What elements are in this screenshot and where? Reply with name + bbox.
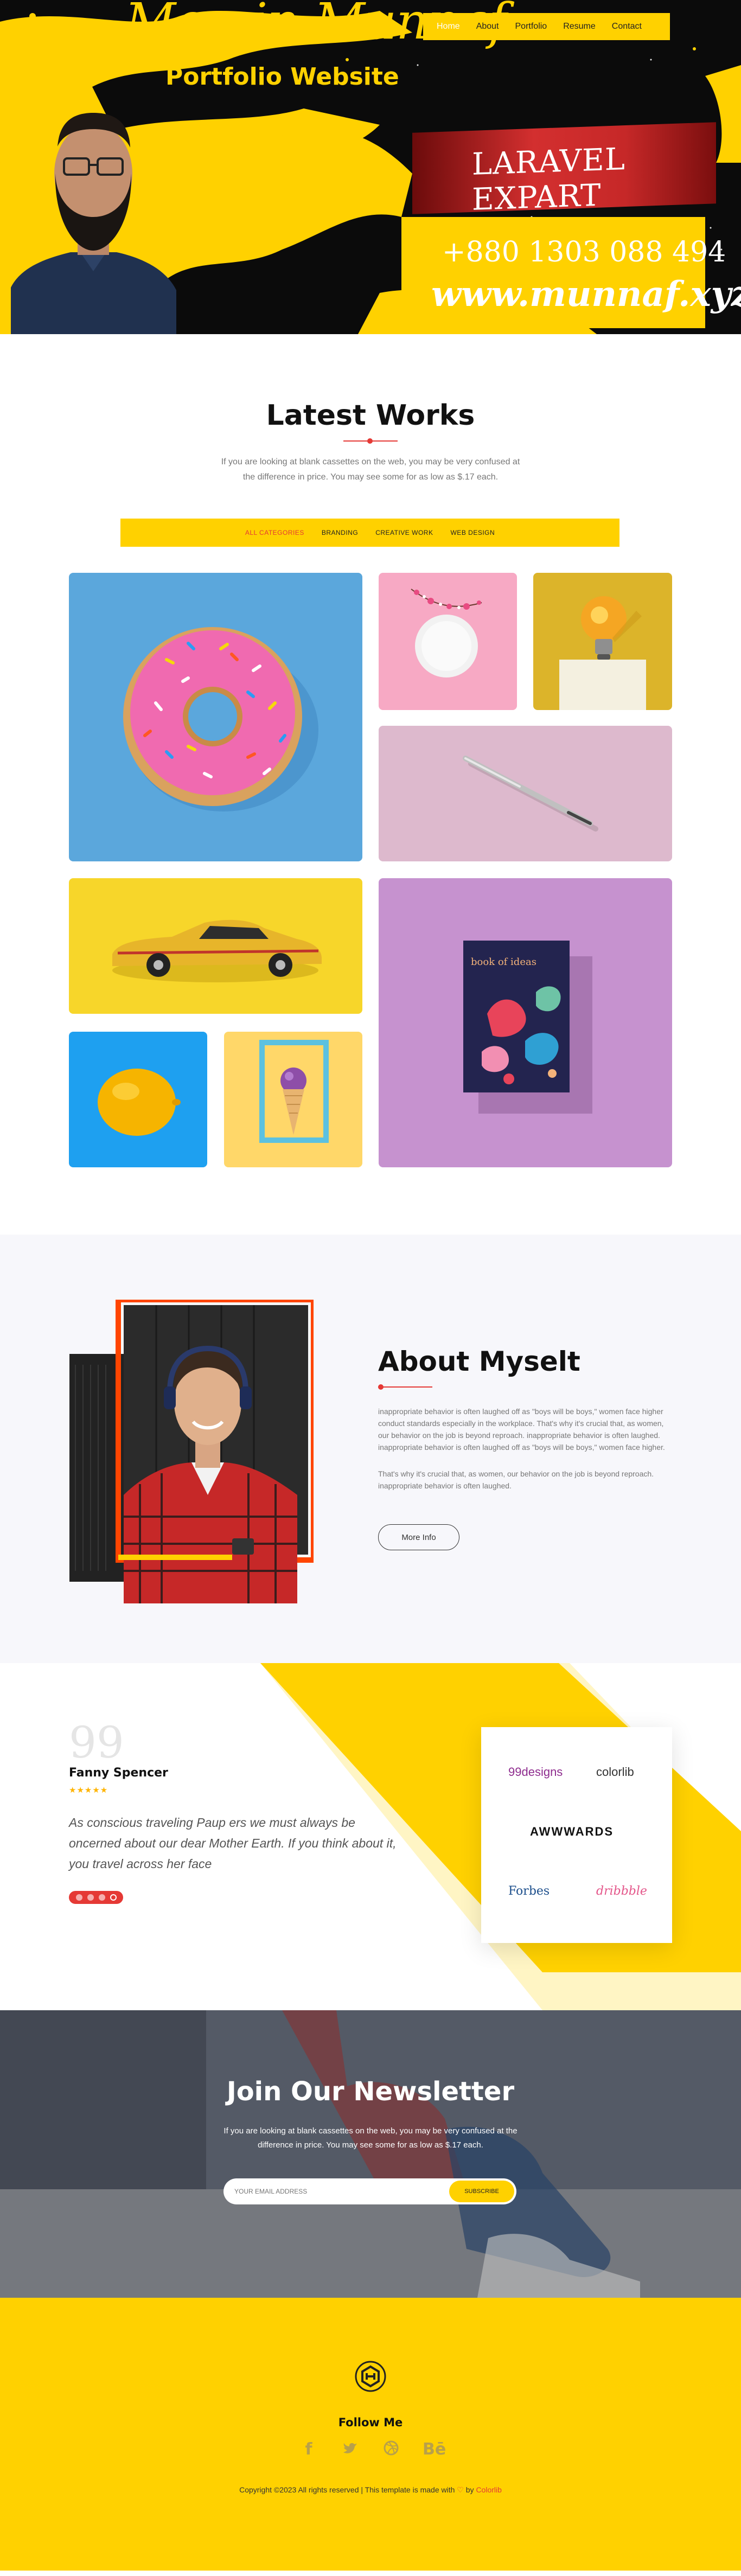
- newsletter-title: Join Our Newsletter: [226, 2076, 515, 2107]
- brand-colorlib: colorlib: [596, 1765, 634, 1779]
- nav-contact[interactable]: Contact: [604, 22, 650, 31]
- testimonial-text: As conscious traveling Paup ers we must …: [69, 1816, 397, 1871]
- nav-portfolio[interactable]: Portfolio: [507, 22, 555, 31]
- filter-web-design[interactable]: WEB DESIGN: [450, 529, 495, 536]
- book-cover-text-1: book of ideas: [471, 956, 536, 968]
- heart-icon: ♡: [457, 2485, 464, 2494]
- carousel-dot-3[interactable]: [98, 1894, 105, 1901]
- book-of-ideas-image: book of ideas: [463, 941, 592, 1114]
- about-title: About Myselt: [378, 1346, 580, 1377]
- about-photo: [69, 1300, 314, 1603]
- works-description: If you are looking at blank cassettes on…: [221, 457, 520, 482]
- portfolio-tile-pen[interactable]: [379, 726, 672, 861]
- brand-99designs: 99designs: [508, 1765, 563, 1779]
- twitter-icon[interactable]: [340, 2440, 360, 2460]
- subscribe-button[interactable]: SUBSCRIBE: [449, 2181, 514, 2202]
- nav-about[interactable]: About: [468, 22, 507, 31]
- laravel-badge-text: LARAVEL EXPART: [472, 142, 625, 218]
- ice-cream-frame-image: [259, 1040, 329, 1143]
- about-divider: [378, 1384, 432, 1390]
- main-nav: Home About Portfolio Resume Contact: [423, 13, 670, 40]
- works-divider: [343, 438, 398, 444]
- works-title: Latest Works: [266, 399, 475, 432]
- portfolio-tile-ice-cream-frame[interactable]: [224, 1032, 362, 1167]
- filter-all-categories[interactable]: ALL CATEGORIES: [245, 529, 304, 536]
- toy-car-image: [112, 919, 322, 982]
- carousel-dot-2[interactable]: [87, 1894, 94, 1901]
- behance-icon[interactable]: Bē: [423, 2440, 446, 2460]
- colorlib-link[interactable]: Colorlib: [476, 2485, 501, 2494]
- portfolio-tile-flower-plate[interactable]: [379, 573, 517, 710]
- brand-forbes: Forbes: [508, 1884, 550, 1898]
- quote-mark: 99: [69, 1717, 124, 1768]
- pen-image: [463, 756, 598, 832]
- hero-phone: +880 1303 088 494: [442, 236, 726, 269]
- carousel-dot-1[interactable]: [75, 1894, 82, 1901]
- portfolio-tile-toy-car[interactable]: [69, 878, 362, 1014]
- follow-me-heading: Follow Me: [338, 2416, 403, 2429]
- portfolio-tile-lightbulb[interactable]: [533, 573, 672, 710]
- social-links: f Bē: [0, 2440, 741, 2460]
- hexagon-logo-icon: [355, 2361, 386, 2392]
- brand-dribbble: dribbble: [596, 1884, 647, 1898]
- copyright-text: Copyright ©2023 All rights reserved | Th…: [0, 2485, 741, 2495]
- lightbulb-image: [559, 596, 646, 710]
- more-info-button[interactable]: More Info: [378, 1524, 459, 1550]
- filter-branding[interactable]: BRANDING: [322, 529, 358, 536]
- latest-works-section: Latest Works If you are looking at blank…: [0, 334, 741, 1235]
- lemon-image: [98, 1069, 181, 1136]
- about-section: About Myselt inappropriate behavior is o…: [0, 1235, 741, 1663]
- flower-plate-image: [411, 589, 482, 677]
- brand-awwwards: AWWWARDS: [530, 1825, 614, 1838]
- portfolio-tile-book-of-ideas[interactable]: book of ideas: [379, 878, 672, 1167]
- about-paragraph-2: That's why it's crucial that, as women, …: [378, 1469, 654, 1490]
- profile-photo: [11, 113, 176, 334]
- testimonial-author: Fanny Spencer: [69, 1766, 168, 1780]
- filter-creative-work[interactable]: CREATIVE WORK: [375, 529, 433, 536]
- portfolio-filter-bar: ALL CATEGORIES BRANDING CREATIVE WORK WE…: [120, 519, 619, 547]
- hero-url: www.munnaf.xyz: [431, 274, 741, 315]
- about-paragraph-1: inappropriate behavior is often laughed …: [378, 1407, 665, 1452]
- copyright-main: Copyright ©2023 All rights reserved | Th…: [239, 2485, 455, 2494]
- nav-home[interactable]: Home: [429, 22, 468, 31]
- facebook-icon[interactable]: f: [299, 2440, 318, 2460]
- brand-logos-card: 99designs colorlib AWWWARDS Forbes dribb…: [481, 1727, 672, 1943]
- carousel-dot-4[interactable]: [110, 1894, 117, 1901]
- rating-stars: ★★★★★: [69, 1786, 108, 1795]
- copyright-by: by: [465, 2485, 474, 2494]
- hero-subtitle: Portfolio Website: [165, 63, 399, 91]
- donut-image: [123, 627, 318, 811]
- portfolio-tile-donut[interactable]: [69, 573, 362, 861]
- nav-resume[interactable]: Resume: [555, 22, 604, 31]
- laravel-badge: LARAVEL EXPART: [412, 122, 716, 218]
- hero-banner: Momin Munnaf Portfolio Website Home Abou…: [0, 0, 741, 334]
- dribbble-icon[interactable]: [381, 2440, 401, 2460]
- testimonial-section: 99 Fanny Spencer ★★★★★ As conscious trav…: [0, 1663, 741, 2010]
- newsletter-section: Join Our Newsletter If you are looking a…: [0, 2010, 741, 2298]
- newsletter-description: If you are looking at blank cassettes on…: [223, 2126, 518, 2150]
- portfolio-tile-lemon[interactable]: [69, 1032, 207, 1167]
- carousel-dots: [69, 1891, 123, 1904]
- works-header: Latest Works If you are looking at blank…: [0, 399, 741, 485]
- footer: Follow Me f Bē Copyright ©2023 All right…: [0, 2298, 741, 2571]
- newsletter-background-image: [0, 2010, 741, 2298]
